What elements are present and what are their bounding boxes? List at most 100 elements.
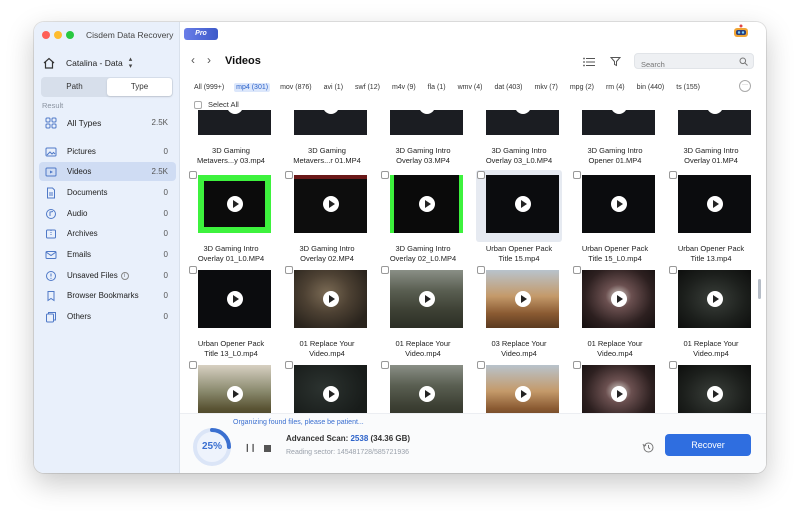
forward-button[interactable]: › xyxy=(207,54,211,66)
file-checkbox[interactable] xyxy=(573,361,581,369)
file-tile[interactable]: 3D Gaming Intro Overlay 03.MP4 xyxy=(380,110,466,172)
play-icon[interactable] xyxy=(514,386,531,402)
file-checkbox[interactable] xyxy=(573,266,581,274)
type-filter-chip[interactable]: swf (12) xyxy=(353,83,382,92)
play-icon[interactable] xyxy=(226,196,243,212)
sidebar-item-videos[interactable]: Videos 2.5K xyxy=(39,162,176,181)
play-icon[interactable] xyxy=(706,291,723,307)
robot-avatar-icon[interactable] xyxy=(732,24,750,38)
file-tile[interactable] xyxy=(284,360,370,413)
file-checkbox[interactable] xyxy=(381,266,389,274)
file-tile[interactable] xyxy=(572,360,658,413)
sidebar-item-audio[interactable]: Audio 0 xyxy=(39,204,176,223)
play-icon[interactable] xyxy=(418,110,435,114)
file-tile[interactable]: 3D Gaming Metavers...r 01.MP4 xyxy=(284,110,370,172)
file-checkbox[interactable] xyxy=(189,266,197,274)
play-icon[interactable] xyxy=(418,386,435,402)
play-icon[interactable] xyxy=(226,110,243,114)
type-filter-chip[interactable]: avi (1) xyxy=(322,83,345,92)
file-checkbox[interactable] xyxy=(477,361,485,369)
type-filter-chip[interactable]: fla (1) xyxy=(426,83,448,92)
file-tile[interactable] xyxy=(188,360,274,413)
file-tile[interactable]: 3D Gaming Intro Overlay 02_L0.MP4 xyxy=(380,170,466,270)
file-tile[interactable]: 01 Replace Your Video.mp4 xyxy=(572,265,658,365)
zoom-window-button[interactable] xyxy=(66,31,74,39)
play-icon[interactable] xyxy=(706,196,723,212)
play-icon[interactable] xyxy=(322,291,339,307)
file-checkbox[interactable] xyxy=(477,266,485,274)
type-filter-chip[interactable]: All (999+) xyxy=(192,83,226,92)
type-filter-chip[interactable]: wmv (4) xyxy=(456,83,485,92)
file-tile[interactable]: Urban Opener Pack Title 13_L0.mp4 xyxy=(188,265,274,365)
more-options-button[interactable]: ··· xyxy=(739,80,751,92)
play-icon[interactable] xyxy=(418,196,435,212)
sidebar-item-others[interactable]: Others 0 xyxy=(39,307,176,326)
file-tile[interactable]: 03 Replace Your Video.mp4 xyxy=(476,265,562,365)
file-checkbox[interactable] xyxy=(285,171,293,179)
info-icon[interactable]: i xyxy=(120,271,129,280)
file-tile[interactable]: 3D Gaming Intro Overlay 02.MP4 xyxy=(284,170,370,270)
play-icon[interactable] xyxy=(322,110,339,114)
play-icon[interactable] xyxy=(322,196,339,212)
play-icon[interactable] xyxy=(226,386,243,402)
history-icon[interactable] xyxy=(642,441,654,453)
file-tile[interactable] xyxy=(476,360,562,413)
sidebar-item-emails[interactable]: Emails 0 xyxy=(39,245,176,264)
play-icon[interactable] xyxy=(610,291,627,307)
file-tile[interactable]: 3D Gaming Intro Opener 01.MP4 xyxy=(572,110,658,172)
file-checkbox[interactable] xyxy=(189,171,197,179)
tab-path[interactable]: Path xyxy=(42,78,107,96)
minimize-window-button[interactable] xyxy=(54,31,62,39)
file-tile[interactable]: 01 Replace Your Video.mp4 xyxy=(380,265,466,365)
play-icon[interactable] xyxy=(322,386,339,402)
file-tile[interactable]: Urban Opener Pack Title 13.mp4 xyxy=(668,170,754,270)
file-checkbox[interactable] xyxy=(381,171,389,179)
stop-button[interactable] xyxy=(264,445,271,452)
recover-button[interactable]: Recover xyxy=(665,434,751,456)
play-icon[interactable] xyxy=(514,110,531,114)
list-view-icon[interactable] xyxy=(583,57,595,67)
type-filter-chip[interactable]: mpg (2) xyxy=(568,83,596,92)
sidebar-item-all-types[interactable]: All Types 2.5K xyxy=(39,113,176,132)
close-window-button[interactable] xyxy=(42,31,50,39)
file-tile[interactable] xyxy=(668,360,754,413)
pause-button[interactable]: ❙❙ xyxy=(244,443,256,452)
type-filter-chip[interactable]: ts (155) xyxy=(674,83,702,92)
play-icon[interactable] xyxy=(610,110,627,114)
tab-type[interactable]: Type xyxy=(107,78,172,96)
search-input[interactable] xyxy=(635,57,735,72)
file-tile[interactable]: Urban Opener Pack Title 15_L0.mp4 xyxy=(572,170,658,270)
file-tile[interactable]: 3D Gaming Intro Overlay 03_L0.MP4 xyxy=(476,110,562,172)
back-button[interactable]: ‹ xyxy=(191,54,195,66)
filter-icon[interactable] xyxy=(610,56,621,67)
file-tile[interactable]: 3D Gaming Intro Overlay 01_L0.MP4 xyxy=(188,170,274,270)
file-checkbox[interactable] xyxy=(381,361,389,369)
type-filter-chip[interactable]: mkv (7) xyxy=(533,83,560,92)
file-tile[interactable]: 3D Gaming Metavers...y 03.mp4 xyxy=(188,110,274,172)
type-filter-chip[interactable]: bin (440) xyxy=(635,83,667,92)
sidebar-item-browser-bookmarks[interactable]: Browser Bookmarks 0 xyxy=(39,286,176,305)
select-all[interactable]: Select All xyxy=(194,100,239,109)
type-filter-chip[interactable]: dat (403) xyxy=(492,83,524,92)
file-checkbox[interactable] xyxy=(285,361,293,369)
type-filter-chip[interactable]: mov (876) xyxy=(278,83,314,92)
file-checkbox[interactable] xyxy=(285,266,293,274)
select-all-checkbox[interactable] xyxy=(194,100,202,109)
file-checkbox[interactable] xyxy=(573,171,581,179)
play-icon[interactable] xyxy=(610,196,627,212)
play-icon[interactable] xyxy=(706,386,723,402)
type-filter-chip[interactable]: rm (4) xyxy=(604,83,627,92)
sidebar-item-archives[interactable]: Archives 0 xyxy=(39,224,176,243)
drive-selector[interactable]: Catalina - Data ▴ ▾ xyxy=(42,55,172,71)
file-checkbox[interactable] xyxy=(669,266,677,274)
file-tile[interactable]: 01 Replace Your Video.mp4 xyxy=(284,265,370,365)
play-icon[interactable] xyxy=(514,196,531,212)
play-icon[interactable] xyxy=(226,291,243,307)
file-tile[interactable]: Urban Opener Pack Title 15.mp4 xyxy=(476,170,562,270)
grid-scrollbar[interactable] xyxy=(758,279,761,299)
sidebar-item-pictures[interactable]: Pictures 0 xyxy=(39,142,176,161)
type-filter-chip[interactable]: m4v (9) xyxy=(390,83,418,92)
file-checkbox[interactable] xyxy=(669,171,677,179)
type-filter-chip[interactable]: mp4 (301) xyxy=(234,82,271,92)
play-icon[interactable] xyxy=(706,110,723,114)
